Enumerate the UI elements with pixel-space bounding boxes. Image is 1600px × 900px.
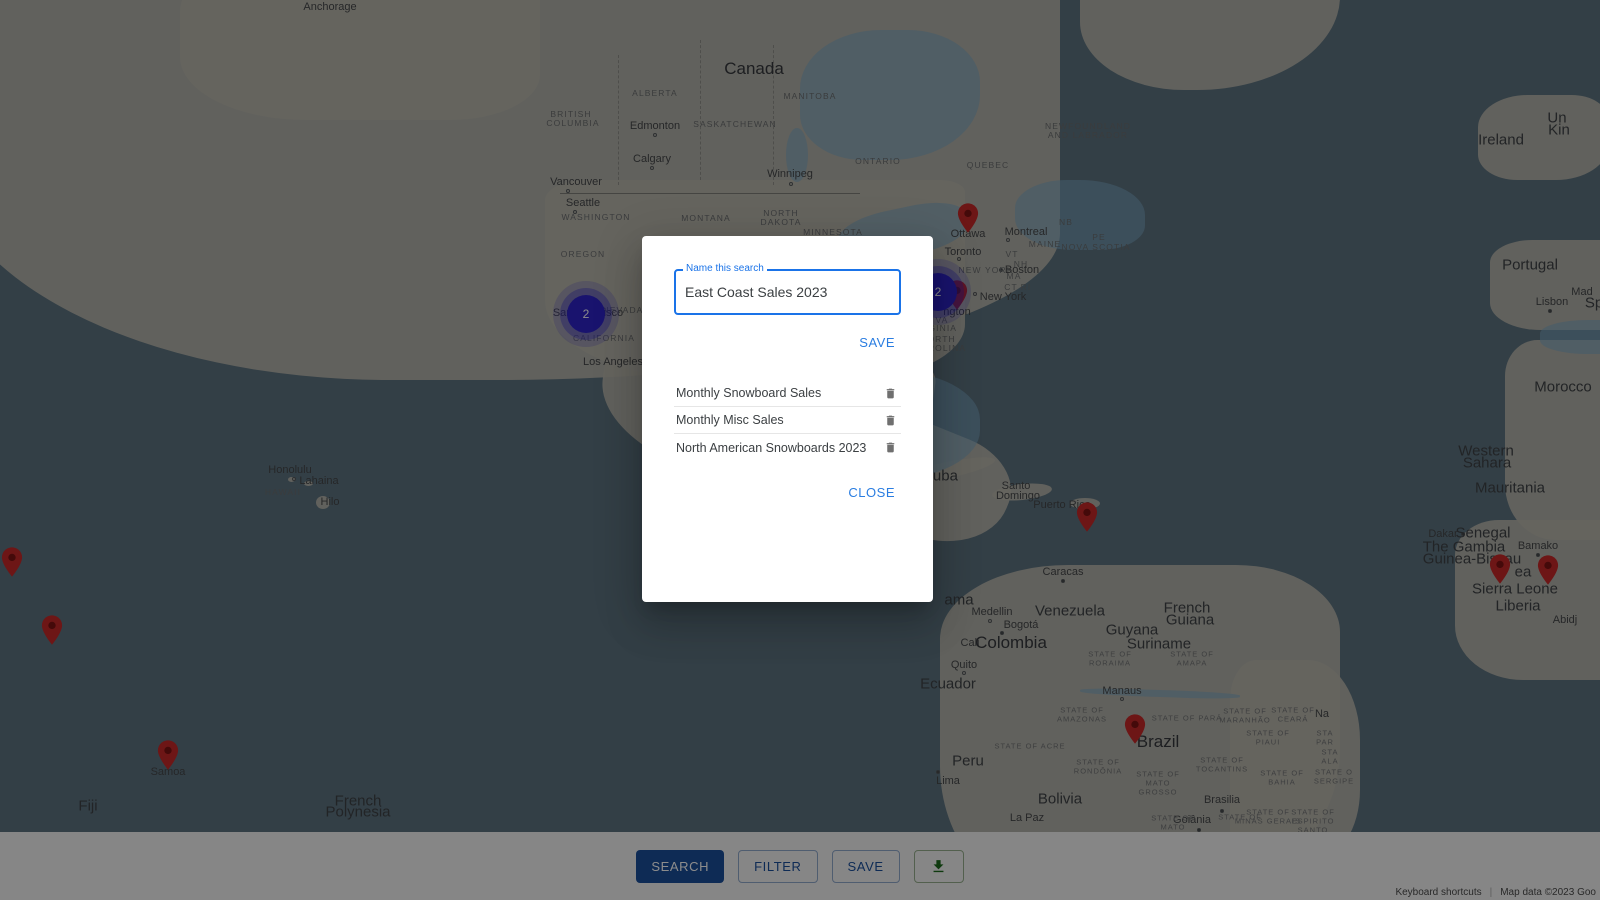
dialog-save-row: SAVE [674,330,901,355]
save-search-dialog: Name this search SAVE Monthly Snowboard … [642,236,933,602]
dialog-close-row: CLOSE [674,480,901,505]
trash-icon [886,442,894,453]
saved-search-row[interactable]: North American Snowboards 2023 [674,434,901,461]
delete-saved-search-button[interactable] [882,440,898,456]
name-search-label: Name this search [683,262,767,276]
saved-search-name: Monthly Snowboard Sales [676,386,822,400]
trash-icon [886,388,894,398]
saved-searches-list: Monthly Snowboard Sales Monthly Misc Sale… [674,380,901,461]
dialog-save-button[interactable]: SAVE [853,330,901,355]
name-search-field-wrapper: Name this search [674,262,901,315]
saved-search-name: North American Snowboards 2023 [676,440,867,455]
delete-saved-search-button[interactable] [882,412,898,428]
saved-search-name: Monthly Misc Sales [676,413,784,427]
delete-saved-search-button[interactable] [882,385,898,401]
trash-icon [886,415,894,425]
application-root: Anchorage Canada ALBERTA MANITOBA BRITISH COL… [0,0,1600,900]
dialog-close-button[interactable]: CLOSE [842,480,901,505]
saved-search-row[interactable]: Monthly Snowboard Sales [674,380,901,407]
saved-search-row[interactable]: Monthly Misc Sales [674,407,901,434]
